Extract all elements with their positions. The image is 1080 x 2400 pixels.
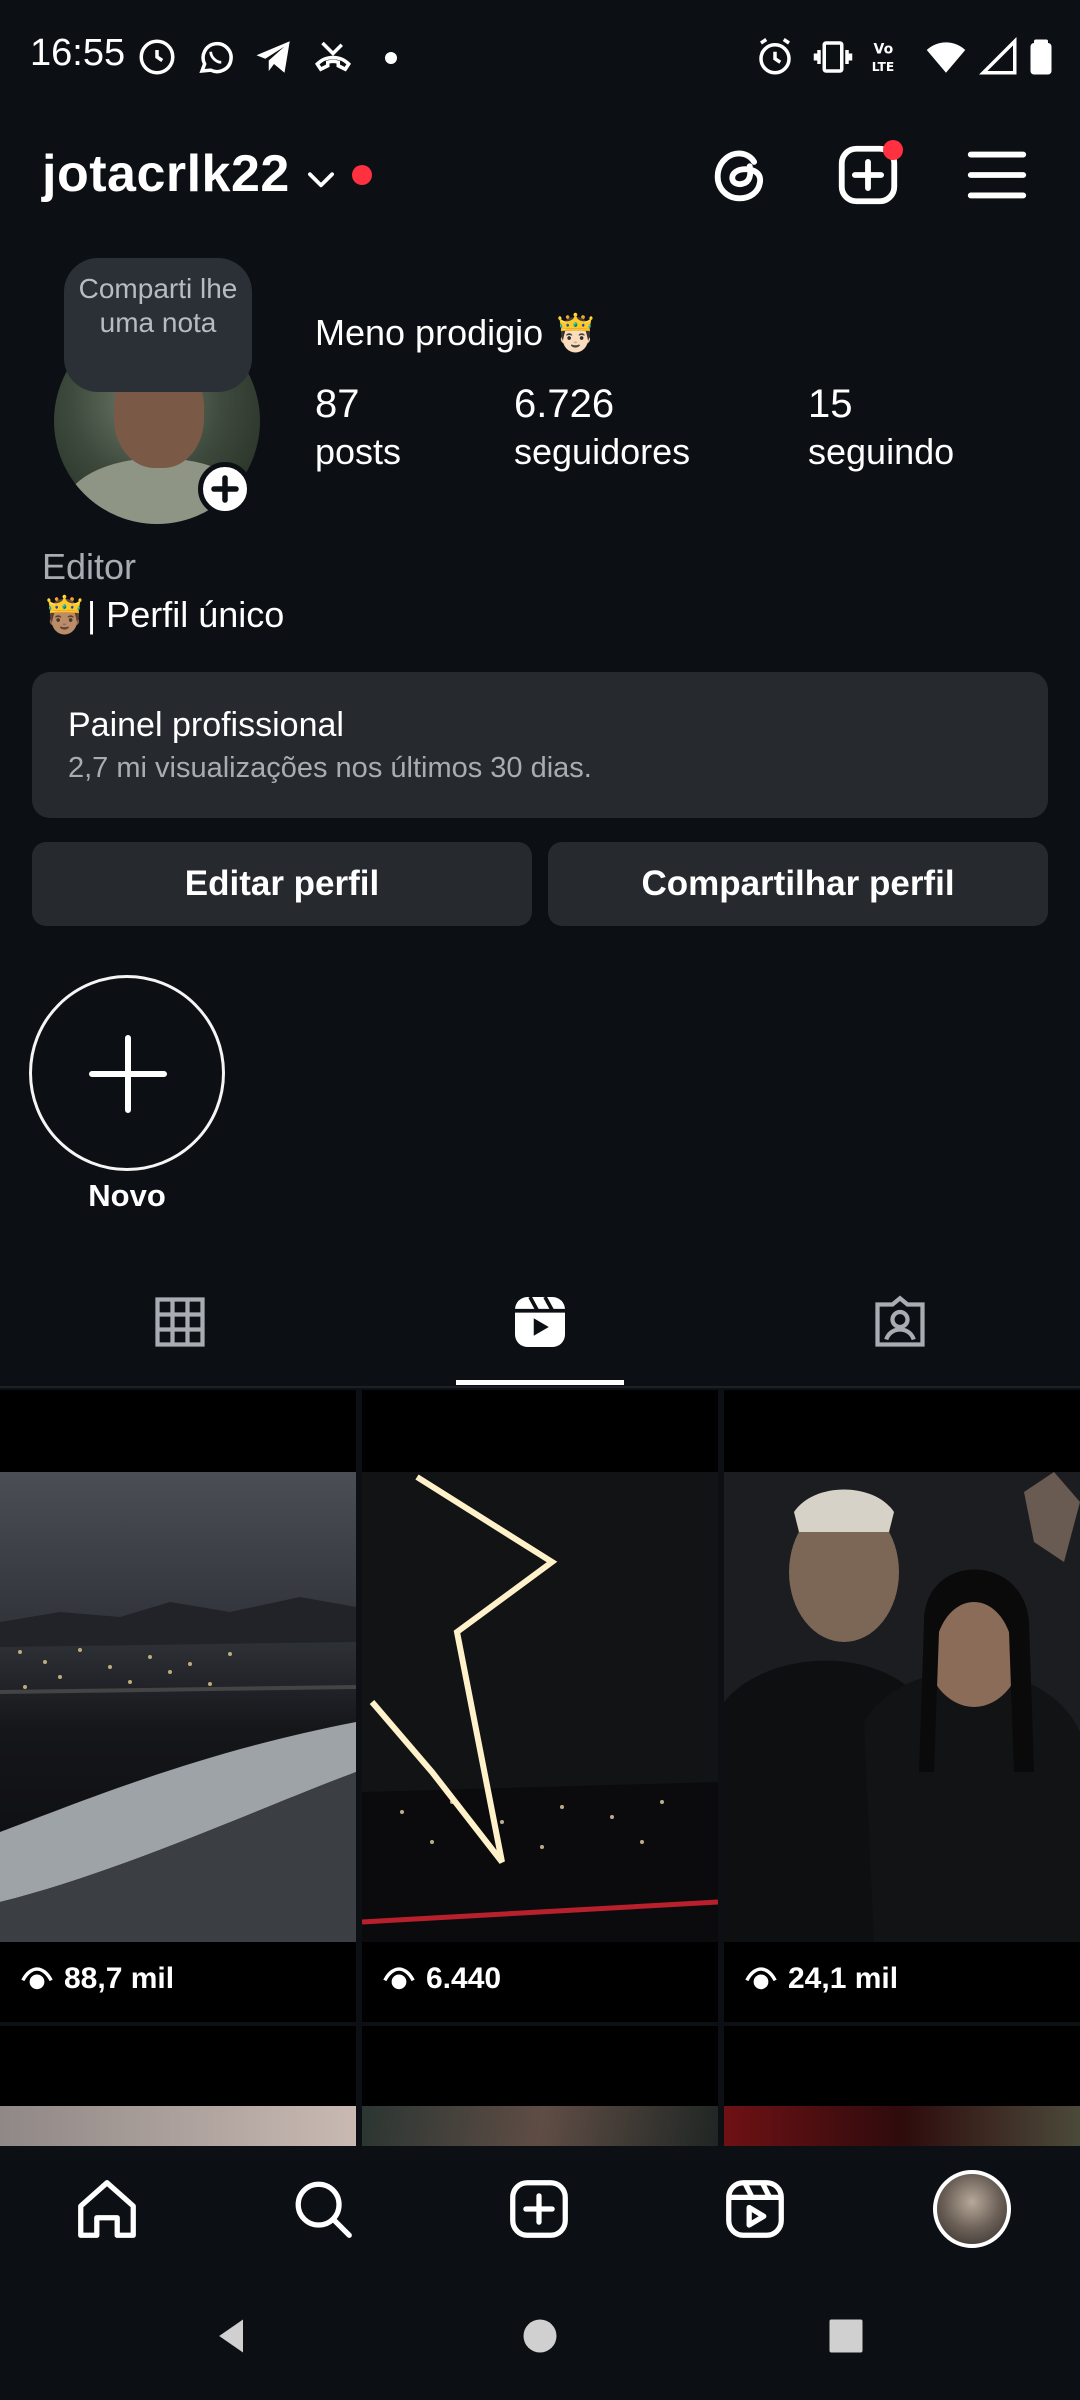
volte-icon: Vo LTE (870, 36, 912, 78)
svg-text:LTE: LTE (872, 60, 895, 74)
eye-icon (21, 1967, 53, 1990)
reels-icon (515, 1296, 565, 1347)
tagged-icon (875, 1295, 925, 1347)
new-highlight-label: Novo (88, 1178, 166, 1213)
signal-icon (978, 36, 1020, 78)
tab-reels[interactable] (360, 1280, 720, 1386)
reel-item[interactable] (0, 2026, 356, 2146)
plus-icon (89, 1035, 167, 1113)
share-profile-button[interactable]: Compartilhar perfil (548, 842, 1048, 926)
chevron-down-icon[interactable] (302, 160, 340, 198)
home-button-icon[interactable] (518, 2314, 562, 2358)
reel-item[interactable]: 88,7 mil (0, 1390, 356, 2022)
stat-following-label: seguindo (808, 431, 955, 472)
status-time: 16:55 (30, 32, 126, 74)
svg-text:Vo: Vo (874, 42, 894, 58)
reel-item[interactable] (724, 2026, 1080, 2146)
add-story-icon[interactable] (198, 462, 252, 516)
vibrate-icon (812, 36, 854, 78)
grid-icon (155, 1297, 205, 1347)
edit-profile-button[interactable]: Editar perfil (32, 842, 532, 926)
stat-posts[interactable]: 87 posts (315, 380, 401, 476)
threads-icon[interactable] (706, 140, 776, 210)
stat-following[interactable]: 15 seguindo (808, 380, 954, 476)
display-name: Meno prodigio 🤴🏻 (315, 312, 598, 353)
reel-views: 6.440 (382, 1962, 501, 1996)
profile-header: jotacrlk22 (0, 130, 1080, 240)
search-icon[interactable] (288, 2174, 358, 2244)
stat-following-value: 15 (808, 382, 853, 426)
back-icon[interactable] (210, 2314, 254, 2358)
dashboard-title: Painel profissional (68, 706, 344, 744)
profile-avatar[interactable] (933, 2170, 1011, 2248)
stat-posts-value: 87 (315, 382, 360, 426)
reel-thumbnail (0, 1472, 356, 1942)
eye-icon (745, 1967, 777, 1990)
tab-grid[interactable] (0, 1280, 360, 1386)
stat-followers-value: 6.726 (514, 382, 615, 426)
threads-notification-icon (136, 36, 178, 78)
reel-views: 88,7 mil (20, 1962, 174, 1996)
battery-icon (1020, 36, 1062, 78)
stat-followers[interactable]: 6.726 seguidores (514, 380, 690, 476)
new-highlight-button[interactable] (29, 975, 225, 1171)
dashboard-subtitle: 2,7 mi visualizações nos últimos 30 dias… (68, 752, 592, 784)
menu-icon[interactable] (962, 140, 1032, 210)
home-icon[interactable] (72, 2174, 142, 2244)
wifi-icon (925, 36, 967, 78)
status-dot (385, 52, 397, 64)
reel-thumbnail (0, 2106, 356, 2146)
reel-views-count: 24,1 mil (788, 1962, 899, 1995)
note-bubble[interactable]: Comparti lhe uma nota (64, 258, 252, 392)
bottom-navigation (0, 2148, 1080, 2274)
reel-views-count: 6.440 (426, 1962, 502, 1995)
system-navigation (0, 2274, 1080, 2400)
alarm-icon (754, 36, 796, 78)
recents-icon[interactable] (824, 2314, 868, 2358)
tab-tagged[interactable] (720, 1280, 1080, 1386)
notification-dot (352, 165, 372, 185)
reel-views: 24,1 mil (744, 1962, 898, 1996)
professional-dashboard[interactable]: Painel profissional 2,7 mi visualizações… (32, 672, 1048, 818)
reel-item[interactable]: 6.440 (362, 1390, 718, 2022)
whatsapp-icon (195, 36, 237, 78)
create-notification-dot (883, 140, 903, 160)
profile-tabs (0, 1280, 1080, 1386)
reel-thumbnail (724, 2106, 1080, 2146)
tabs-divider (0, 1386, 1080, 1388)
create-icon[interactable] (833, 140, 903, 210)
profile-bio: 🤴🏽| Perfil único (42, 594, 285, 635)
reel-thumbnail (724, 1472, 1080, 1942)
reel-thumbnail (362, 2106, 718, 2146)
eye-icon (383, 1967, 415, 1990)
create-icon[interactable] (504, 2174, 574, 2244)
active-tab-indicator (456, 1380, 624, 1385)
reel-item[interactable]: 24,1 mil (724, 1390, 1080, 2022)
missed-call-icon (312, 36, 354, 78)
reels-grid: 88,7 mil 6.440 24,1 mil (0, 1390, 1080, 2150)
stat-posts-label: posts (315, 431, 402, 472)
telegram-icon (253, 36, 295, 78)
reel-item[interactable] (362, 2026, 718, 2146)
stat-followers-label: seguidores (514, 431, 691, 472)
reel-thumbnail (362, 1472, 718, 1942)
reel-views-count: 88,7 mil (64, 1962, 175, 1995)
username[interactable]: jotacrlk22 (42, 144, 290, 204)
reels-icon[interactable] (720, 2174, 790, 2244)
profile-category: Editor (42, 546, 137, 587)
status-bar: 16:55 Vo LTE (0, 0, 1080, 120)
